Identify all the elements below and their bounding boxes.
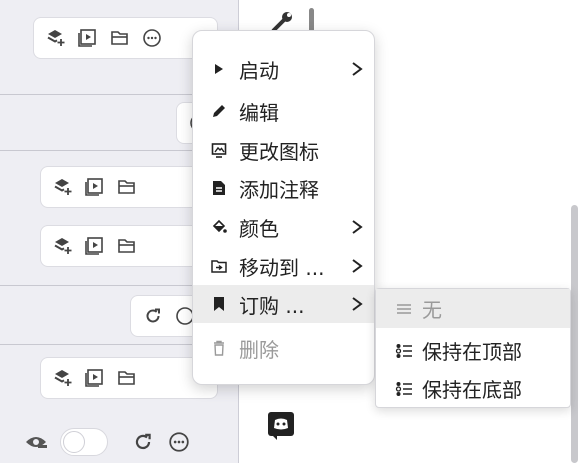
- submenu-item-keep-top[interactable]: 保持在顶部: [376, 331, 570, 370]
- list-bullets-icon: [394, 380, 414, 398]
- menu-item-order[interactable]: 订购 ...: [193, 285, 374, 323]
- menu-item-label: 删除: [239, 337, 279, 362]
- bookmark-icon: [209, 296, 229, 312]
- layer-add-icon[interactable]: [47, 172, 79, 202]
- menu-item-launch[interactable]: 启动: [193, 50, 374, 88]
- menu-item-label: 编辑: [239, 100, 279, 125]
- menu-item-label: 启动: [239, 58, 279, 83]
- play-box-icon[interactable]: [72, 23, 104, 53]
- refresh-icon[interactable]: [137, 301, 169, 331]
- note-icon: [209, 180, 229, 196]
- play-box-icon[interactable]: [79, 363, 111, 393]
- pencil-icon: [209, 103, 229, 119]
- toggle-knob: [63, 431, 85, 453]
- trash-icon: [209, 340, 229, 356]
- menu-item-move-to[interactable]: 移动到 ...: [193, 247, 374, 285]
- menu-item-edit[interactable]: 编辑: [193, 92, 374, 130]
- eye-minus-icon[interactable]: [22, 430, 50, 454]
- menu-item-color[interactable]: 颜色: [193, 208, 374, 246]
- submenu-item-label: 无: [422, 298, 442, 322]
- visibility-toggle[interactable]: [60, 428, 108, 456]
- menu-item-label: 订购 ...: [239, 293, 305, 318]
- folder-open-icon[interactable]: [104, 23, 136, 53]
- layer-add-icon[interactable]: [47, 363, 79, 393]
- menu-lines-icon: [394, 300, 414, 318]
- play-triangle-icon: [209, 61, 229, 77]
- layer-add-icon[interactable]: [47, 231, 79, 261]
- menu-item-label: 移动到 ...: [239, 255, 325, 280]
- chevron-right-icon: [352, 297, 363, 311]
- paint-bucket-icon: [209, 219, 229, 235]
- chevron-right-icon: [352, 220, 363, 234]
- chevron-right-icon: [352, 259, 363, 273]
- more-options-icon[interactable]: [168, 431, 190, 453]
- order-submenu: 无 保持在顶部 保持在底部: [375, 288, 571, 408]
- play-box-icon[interactable]: [79, 172, 111, 202]
- refresh-icon[interactable]: [132, 431, 154, 453]
- play-box-icon[interactable]: [79, 231, 111, 261]
- folder-open-icon[interactable]: [111, 363, 143, 393]
- bottom-controls: [22, 424, 222, 460]
- menu-item-add-note[interactable]: 添加注释: [193, 169, 374, 207]
- layer-add-icon[interactable]: [40, 23, 72, 53]
- scrollbar-thumb[interactable]: [571, 205, 578, 463]
- submenu-item-label: 保持在顶部: [422, 340, 522, 364]
- submenu-item-none: 无: [376, 289, 570, 328]
- folder-open-icon[interactable]: [111, 172, 143, 202]
- folder-open-icon[interactable]: [111, 231, 143, 261]
- image-icon: [209, 142, 229, 158]
- list-bullets-icon: [394, 342, 414, 360]
- context-menu: 启动 编辑 更改图标 添加注释 颜色 移动到 ... 订购 ... 删除: [192, 30, 375, 385]
- submenu-item-label: 保持在底部: [422, 378, 522, 402]
- move-folder-icon: [209, 258, 229, 274]
- discord-icon[interactable]: [267, 411, 295, 441]
- menu-item-change-icon[interactable]: 更改图标: [193, 131, 374, 169]
- submenu-item-keep-bottom[interactable]: 保持在底部: [376, 369, 570, 408]
- toolbar-group-1: [33, 17, 218, 59]
- chevron-right-icon: [352, 62, 363, 76]
- menu-item-delete: 删除: [193, 329, 374, 367]
- menu-item-label: 更改图标: [239, 139, 319, 164]
- menu-item-label: 颜色: [239, 216, 279, 241]
- more-options-icon[interactable]: [136, 23, 168, 53]
- menu-item-label: 添加注释: [239, 177, 319, 202]
